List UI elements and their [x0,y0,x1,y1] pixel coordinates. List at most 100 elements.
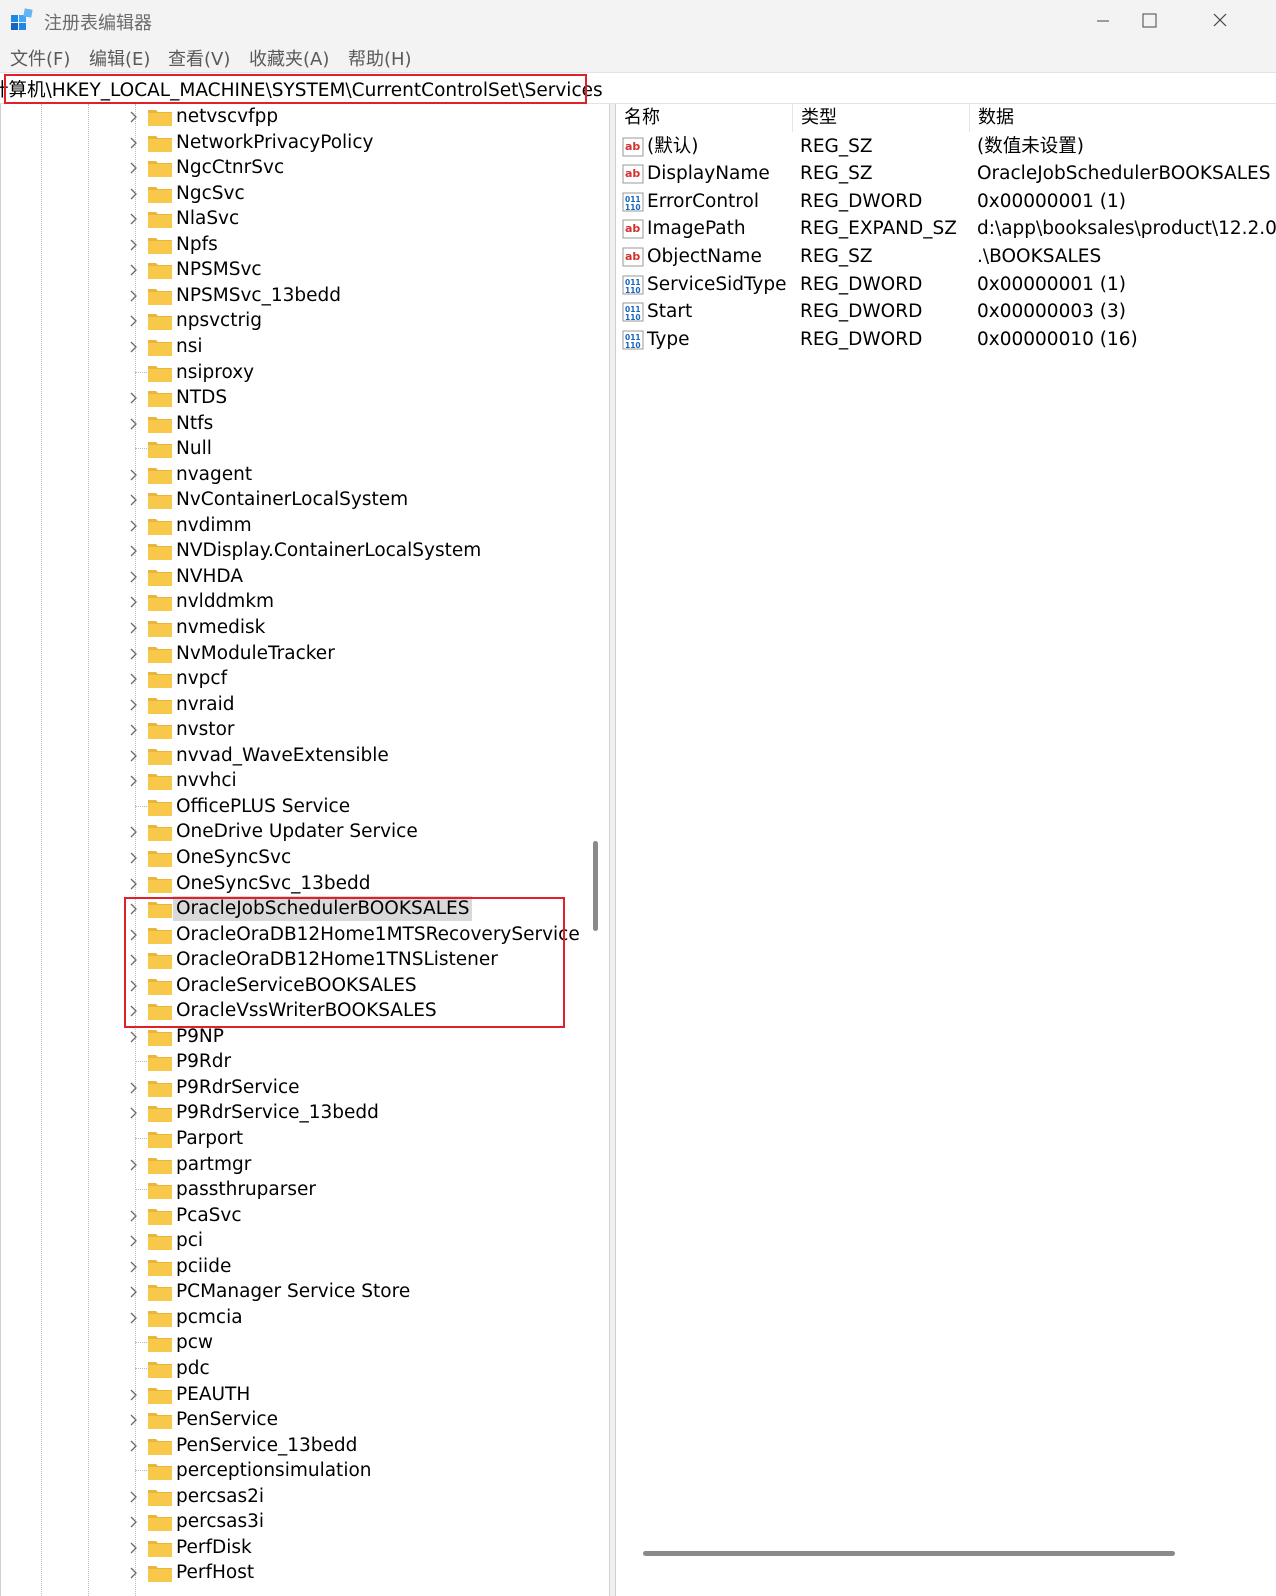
tree-item[interactable]: pcmcia [1,1305,583,1331]
tree-item[interactable]: nvstor [1,717,583,743]
chevron-right-icon[interactable] [125,1232,143,1250]
tree-item[interactable]: nvraid [1,692,583,718]
tree-item[interactable]: nvdimm [1,513,583,539]
chevron-right-icon[interactable] [125,261,143,279]
chevron-right-icon[interactable] [125,466,143,484]
tree-item[interactable]: percsas2i [1,1484,583,1510]
chevron-right-icon[interactable] [125,491,143,509]
maximize-icon[interactable] [1138,0,1208,42]
tree-item[interactable]: pci [1,1228,583,1254]
tree-item[interactable]: NgcSvc [1,181,583,207]
tree-item[interactable]: npsvctrig [1,308,583,334]
chevron-right-icon[interactable] [125,134,143,152]
tree-item[interactable]: OfficePLUS Service [1,794,583,820]
menu-help[interactable]: 帮助(H) [348,45,412,71]
chevron-right-icon[interactable] [125,823,143,841]
tree-item[interactable]: nvlddmkm [1,589,583,615]
value-row[interactable]: ab ImagePath REG_EXPAND_SZ d:\app\booksales… [616,215,1276,243]
value-row[interactable]: ab DisplayName REG_SZ OracleJobSchedulerBOO… [616,160,1276,188]
tree-item[interactable]: pciide [1,1254,583,1280]
chevron-right-icon[interactable] [125,1104,143,1122]
chevron-right-icon[interactable] [125,670,143,688]
chevron-right-icon[interactable] [125,1207,143,1225]
tree-item[interactable]: Parport [1,1126,583,1152]
chevron-right-icon[interactable] [125,772,143,790]
pane-splitter[interactable] [609,104,616,1596]
tree-item[interactable]: netvscvfpp [1,104,583,130]
chevron-right-icon[interactable] [125,108,143,126]
tree-item[interactable]: pdc [1,1356,583,1382]
chevron-right-icon[interactable] [125,1437,143,1455]
chevron-right-icon[interactable] [125,875,143,893]
tree-item[interactable]: Null [1,436,583,462]
tree-item[interactable]: PenService_13bedd [1,1433,583,1459]
tree-item[interactable]: NVDisplay.ContainerLocalSystem [1,538,583,564]
tree-item[interactable]: Npfs [1,232,583,258]
chevron-right-icon[interactable] [125,1156,143,1174]
tree-item[interactable]: NvContainerLocalSystem [1,487,583,513]
tree-item[interactable]: nvmedisk [1,615,583,641]
chevron-right-icon[interactable] [125,1258,143,1276]
tree-item[interactable]: NPSMSvc [1,257,583,283]
tree-item[interactable]: PcaSvc [1,1203,583,1229]
tree-item[interactable]: NPSMSvc_13bedd [1,283,583,309]
value-row[interactable]: ab ObjectName REG_SZ .\BOOKSALES [616,243,1276,271]
tree-item[interactable]: OneDrive Updater Service [1,819,583,845]
tree-item[interactable]: nvpcf [1,666,583,692]
chevron-right-icon[interactable] [125,1386,143,1404]
tree-item[interactable]: nvagent [1,462,583,488]
tree-item[interactable]: NetworkPrivacyPolicy [1,130,583,156]
tree-item[interactable]: pcw [1,1330,583,1356]
chevron-right-icon[interactable] [125,1283,143,1301]
tree-item[interactable]: nsi [1,334,583,360]
address-bar[interactable]: 计算机\HKEY_LOCAL_MACHINE\SYSTEM\CurrentCon… [0,72,1276,104]
chevron-right-icon[interactable] [125,696,143,714]
value-row[interactable]: 011 110 Type REG_DWORD 0x00000010 (16) [616,326,1276,354]
chevron-right-icon[interactable] [125,645,143,663]
menu-favorites[interactable]: 收藏夹(A) [249,45,329,71]
key-tree-pane[interactable]: netvscvfpp NetworkPrivacyPolicy NgcCtnrSvc… [0,104,609,1596]
chevron-right-icon[interactable] [125,236,143,254]
tree-item[interactable]: PerfHost [1,1560,583,1586]
tree-item[interactable]: P9Rdr [1,1049,583,1075]
tree-item[interactable]: Ntfs [1,411,583,437]
chevron-right-icon[interactable] [125,568,143,586]
chevron-right-icon[interactable] [125,1309,143,1327]
minimize-icon[interactable] [1068,0,1138,42]
value-row[interactable]: ab (默认) REG_SZ (数值未设置) [616,133,1276,161]
tree-item[interactable]: nsiproxy [1,360,583,386]
tree-item[interactable]: NgcCtnrSvc [1,155,583,181]
tree-item[interactable]: P9RdrService_13bedd [1,1100,583,1126]
chevron-right-icon[interactable] [125,415,143,433]
chevron-right-icon[interactable] [125,287,143,305]
tree-item[interactable]: PenService [1,1407,583,1433]
column-header-type[interactable]: 类型 [793,104,970,132]
chevron-right-icon[interactable] [125,210,143,228]
chevron-right-icon[interactable] [125,517,143,535]
column-header-data[interactable]: 数据 [970,104,1276,132]
menu-file[interactable]: 文件(F) [10,45,70,71]
tree-item[interactable]: NvModuleTracker [1,641,583,667]
chevron-right-icon[interactable] [125,1564,143,1582]
chevron-right-icon[interactable] [125,338,143,356]
tree-item[interactable]: OneSyncSvc [1,845,583,871]
menu-edit[interactable]: 编辑(E) [89,45,150,71]
chevron-right-icon[interactable] [125,619,143,637]
chevron-right-icon[interactable] [125,1513,143,1531]
chevron-right-icon[interactable] [125,1488,143,1506]
value-row[interactable]: 011 110 ServiceSidType REG_DWORD 0x00000001 … [616,271,1276,299]
tree-item[interactable]: NVHDA [1,564,583,590]
chevron-right-icon[interactable] [125,1079,143,1097]
tree-item[interactable]: PCManager Service Store [1,1279,583,1305]
tree-item[interactable]: nvvad_WaveExtensible [1,743,583,769]
chevron-right-icon[interactable] [125,312,143,330]
tree-item[interactable]: PerfDisk [1,1535,583,1561]
chevron-right-icon[interactable] [125,185,143,203]
chevron-right-icon[interactable] [125,1539,143,1557]
chevron-right-icon[interactable] [125,1411,143,1429]
column-header-name[interactable]: 名称 [616,104,793,132]
chevron-right-icon[interactable] [125,721,143,739]
values-horizontal-scrollbar[interactable] [643,1551,1175,1556]
chevron-right-icon[interactable] [125,747,143,765]
chevron-right-icon[interactable] [125,593,143,611]
